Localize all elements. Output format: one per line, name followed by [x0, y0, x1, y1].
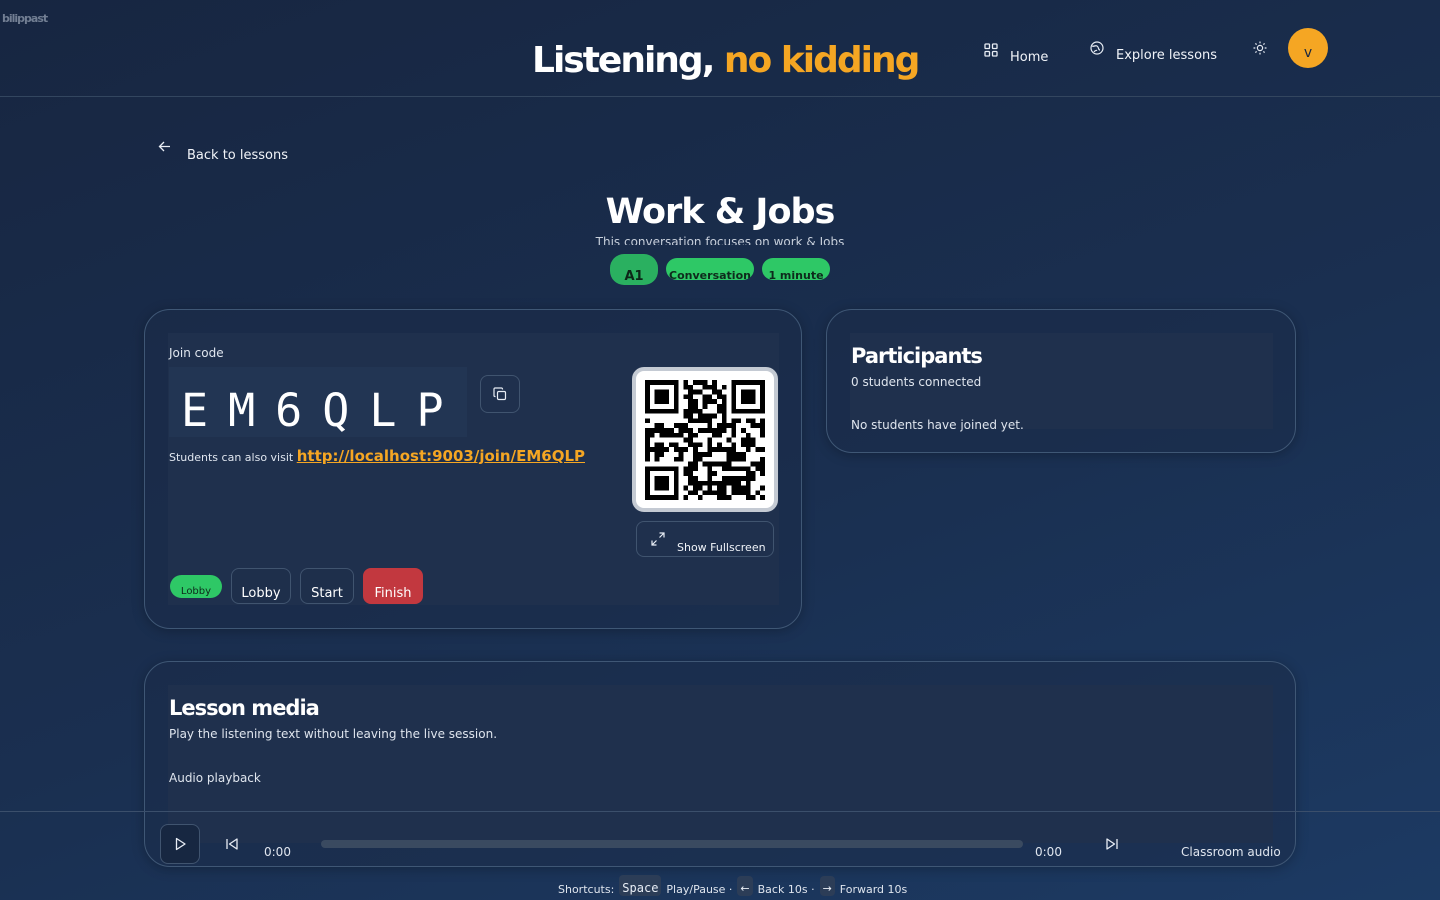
right-action: Forward 10s [839, 883, 908, 896]
finish-button[interactable]: Finish [363, 568, 423, 604]
space-action: Play/Pause · [666, 883, 733, 896]
audio-progress-track[interactable] [321, 840, 1023, 848]
lesson-media-card: Lesson media Play the listening text wit… [144, 661, 1296, 867]
participants-title: Participants [851, 344, 983, 368]
nav-home-label: Home [1010, 50, 1049, 65]
avatar[interactable]: v [1288, 28, 1328, 68]
copy-icon [493, 387, 507, 401]
page-subtitle-clip: This conversation focuses on work & Jobs [560, 233, 880, 245]
back-label: Back to lessons [187, 148, 288, 163]
skip-forward-button[interactable] [1104, 836, 1120, 852]
level-badge: A1 [610, 254, 658, 285]
qr-code-icon [645, 380, 765, 500]
brand-accent: no kidding [723, 40, 920, 81]
sun-icon [1253, 41, 1267, 55]
arrow-left-icon [158, 141, 170, 152]
left-action: Back 10s · [757, 883, 815, 896]
page-subtitle: This conversation focuses on work & Jobs [595, 235, 845, 245]
nav-home[interactable]: Home [984, 42, 1048, 65]
expand-icon [651, 532, 665, 546]
top-bar: Listening, no kidding Home Explore lesso… [0, 0, 1440, 97]
media-panel [168, 685, 1273, 843]
globe-icon [1090, 40, 1104, 55]
audio-duration: 0:00 [1035, 845, 1062, 859]
lesson-media-description: Play the listening text without leaving … [169, 727, 498, 741]
keyboard-shortcuts-hint: Shortcuts: Space Play/Pause · ← Back 10s… [558, 872, 907, 896]
skip-back-icon [226, 838, 238, 850]
fullscreen-label: Show Fullscreen [677, 540, 766, 554]
nav-explore-lessons[interactable]: Explore lessons [1090, 40, 1217, 63]
audio-source-label: Classroom audio [1181, 845, 1281, 859]
type-badge: Conversation [666, 258, 754, 280]
audio-player-divider [0, 811, 1440, 812]
left-arrow-key: ← [737, 876, 753, 896]
theme-toggle-button[interactable] [1250, 38, 1270, 58]
join-url-link[interactable]: http://localhost:9003/join/EM6QLP [297, 447, 585, 465]
brand-primary: Listening, [532, 40, 715, 81]
session-card: Join code EM6QLP Students can also visit… [144, 309, 802, 629]
skip-back-button[interactable] [224, 836, 240, 852]
grid-icon [984, 42, 998, 57]
nav-explore-label: Explore lessons [1116, 48, 1218, 63]
audio-playback-heading: Audio playback [169, 771, 261, 785]
qr-code [632, 367, 778, 512]
participants-empty-state: No students have joined yet. [851, 418, 1024, 432]
lesson-media-title: Lesson media [169, 696, 320, 720]
session-status-badge: Lobby [170, 575, 222, 598]
current-time: 0:00 [264, 845, 291, 859]
join-url-text: Students can also visit http://localhost… [169, 447, 585, 465]
space-key: Space [619, 875, 662, 896]
duration-badge: 1 minute [762, 258, 830, 280]
play-button[interactable] [160, 824, 200, 864]
participants-card: Participants 0 students connected No stu… [826, 309, 1296, 453]
show-fullscreen-button[interactable]: Show Fullscreen [636, 521, 774, 557]
brand-logo[interactable]: Listening, no kidding [532, 40, 920, 81]
right-arrow-key: → [819, 876, 835, 896]
join-code[interactable]: EM6QLP [169, 367, 467, 437]
back-to-lessons-link[interactable]: Back to lessons [158, 140, 288, 163]
copy-code-button[interactable] [480, 375, 520, 413]
lobby-button[interactable]: Lobby [231, 568, 291, 604]
page-title: Work & Jobs [605, 192, 836, 232]
shortcuts-prefix: Shortcuts: [558, 883, 615, 896]
join-code-label: Join code [169, 346, 224, 360]
visit-prefix: Students can also visit [169, 451, 294, 464]
start-button[interactable]: Start [300, 568, 354, 604]
skip-forward-icon [1106, 838, 1118, 850]
play-icon [175, 837, 186, 851]
participants-count: 0 students connected [851, 375, 982, 389]
